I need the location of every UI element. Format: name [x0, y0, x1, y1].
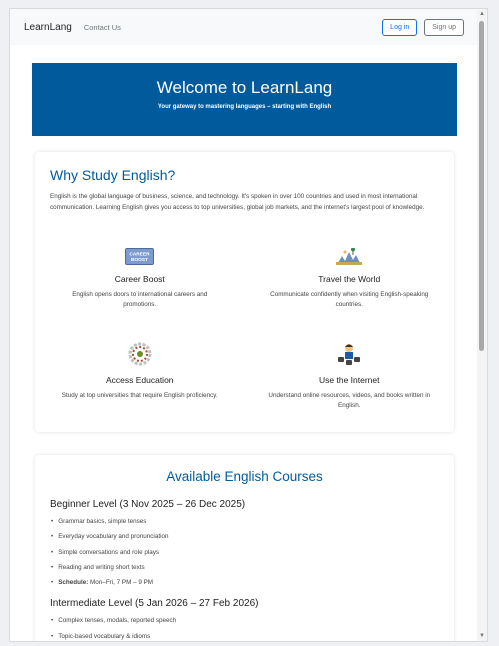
feature-title: Use the Internet [319, 375, 380, 385]
level-title-beginner: Beginner Level (3 Nov 2025 – 26 Dec 2025… [50, 499, 246, 510]
hero-title: Welcome to LearnLang [156, 78, 333, 97]
list-item: Grammar basics, simple tenses [51, 514, 454, 529]
feature-title: Access Education [105, 375, 174, 385]
feature-title: Career Boost [114, 274, 165, 284]
feature-desc: Understand online resources, videos, and… [268, 392, 431, 409]
brand-logo-text[interactable]: LearnLang [24, 22, 72, 33]
scroll-up-arrow-icon[interactable]: ▲ [477, 9, 487, 19]
list-item: Everyday vocabulary and pronunciation [51, 529, 454, 544]
scrollbar-thumb[interactable] [479, 21, 484, 351]
svg-text:BOOST: BOOST [131, 257, 148, 263]
login-button[interactable]: Log in [382, 18, 418, 36]
list-item: Simple conversations and role plays [51, 545, 454, 560]
schedule-label: Schedule: [58, 579, 89, 587]
feature-title: Travel the World [318, 274, 381, 284]
why-study-intro: English is the global language of busine… [50, 193, 425, 211]
list-item: Reading and writing short texts [51, 560, 454, 575]
scroll-down-arrow-icon[interactable]: ▼ [477, 631, 487, 641]
list-item: Complex tenses, modals, reported speech [51, 613, 454, 628]
travel-icon [336, 248, 363, 265]
features-grid: CAREER BOOST Career Boost English opens … [35, 248, 454, 422]
schedule-value: Mon–Fri, 7 PM – 9 PM [88, 579, 154, 587]
navbar: LearnLang Contact Us Log in Sign up [10, 9, 478, 45]
career-boost-icon: CAREER BOOST [125, 248, 155, 265]
schedule-item: Schedule: Mon–Fri, 7 PM – 9 PM [51, 575, 454, 590]
hero-subtitle: Your gateway to mastering languages – st… [157, 104, 332, 110]
beginner-topics-list: Grammar basics, simple tenses Everyday v… [35, 514, 454, 590]
contact-us-link[interactable]: Contact Us [84, 23, 121, 32]
feature-career-boost: CAREER BOOST Career Boost English opens … [35, 248, 245, 326]
why-study-card: Why Study English? English is the global… [35, 152, 454, 432]
courses-title: Available English Courses [166, 469, 323, 484]
education-icon [128, 342, 152, 366]
hero-banner: Welcome to LearnLang Your gateway to mas… [32, 63, 457, 136]
courses-card: Available English Courses Beginner Level… [35, 455, 454, 641]
feature-travel: Travel the World Communicate confidently… [245, 248, 455, 326]
signup-button[interactable]: Sign up [424, 18, 464, 36]
vertical-scrollbar[interactable]: ▲ ▼ [477, 9, 487, 641]
level-title-intermediate: Intermediate Level (5 Jan 2026 – 27 Feb … [50, 598, 259, 610]
why-study-title: Why Study English? [50, 167, 176, 183]
svg-text:CAREER: CAREER [130, 251, 151, 257]
intermediate-topics-list: Complex tenses, modals, reported speech … [35, 613, 454, 641]
feature-desc: Communicate confidently when visiting En… [270, 291, 429, 308]
feature-internet: Use the Internet Understand online resou… [245, 344, 455, 422]
internet-icon [338, 344, 361, 365]
feature-desc: English opens doors to international car… [72, 291, 208, 308]
feature-education: Access Education Study at top universiti… [35, 342, 245, 422]
feature-desc: Study at top universities that require E… [61, 392, 218, 399]
list-item: Topic-based vocabulary & idioms [51, 629, 454, 641]
browser-viewport: LearnLang Contact Us Log in Sign up Welc… [9, 8, 488, 642]
